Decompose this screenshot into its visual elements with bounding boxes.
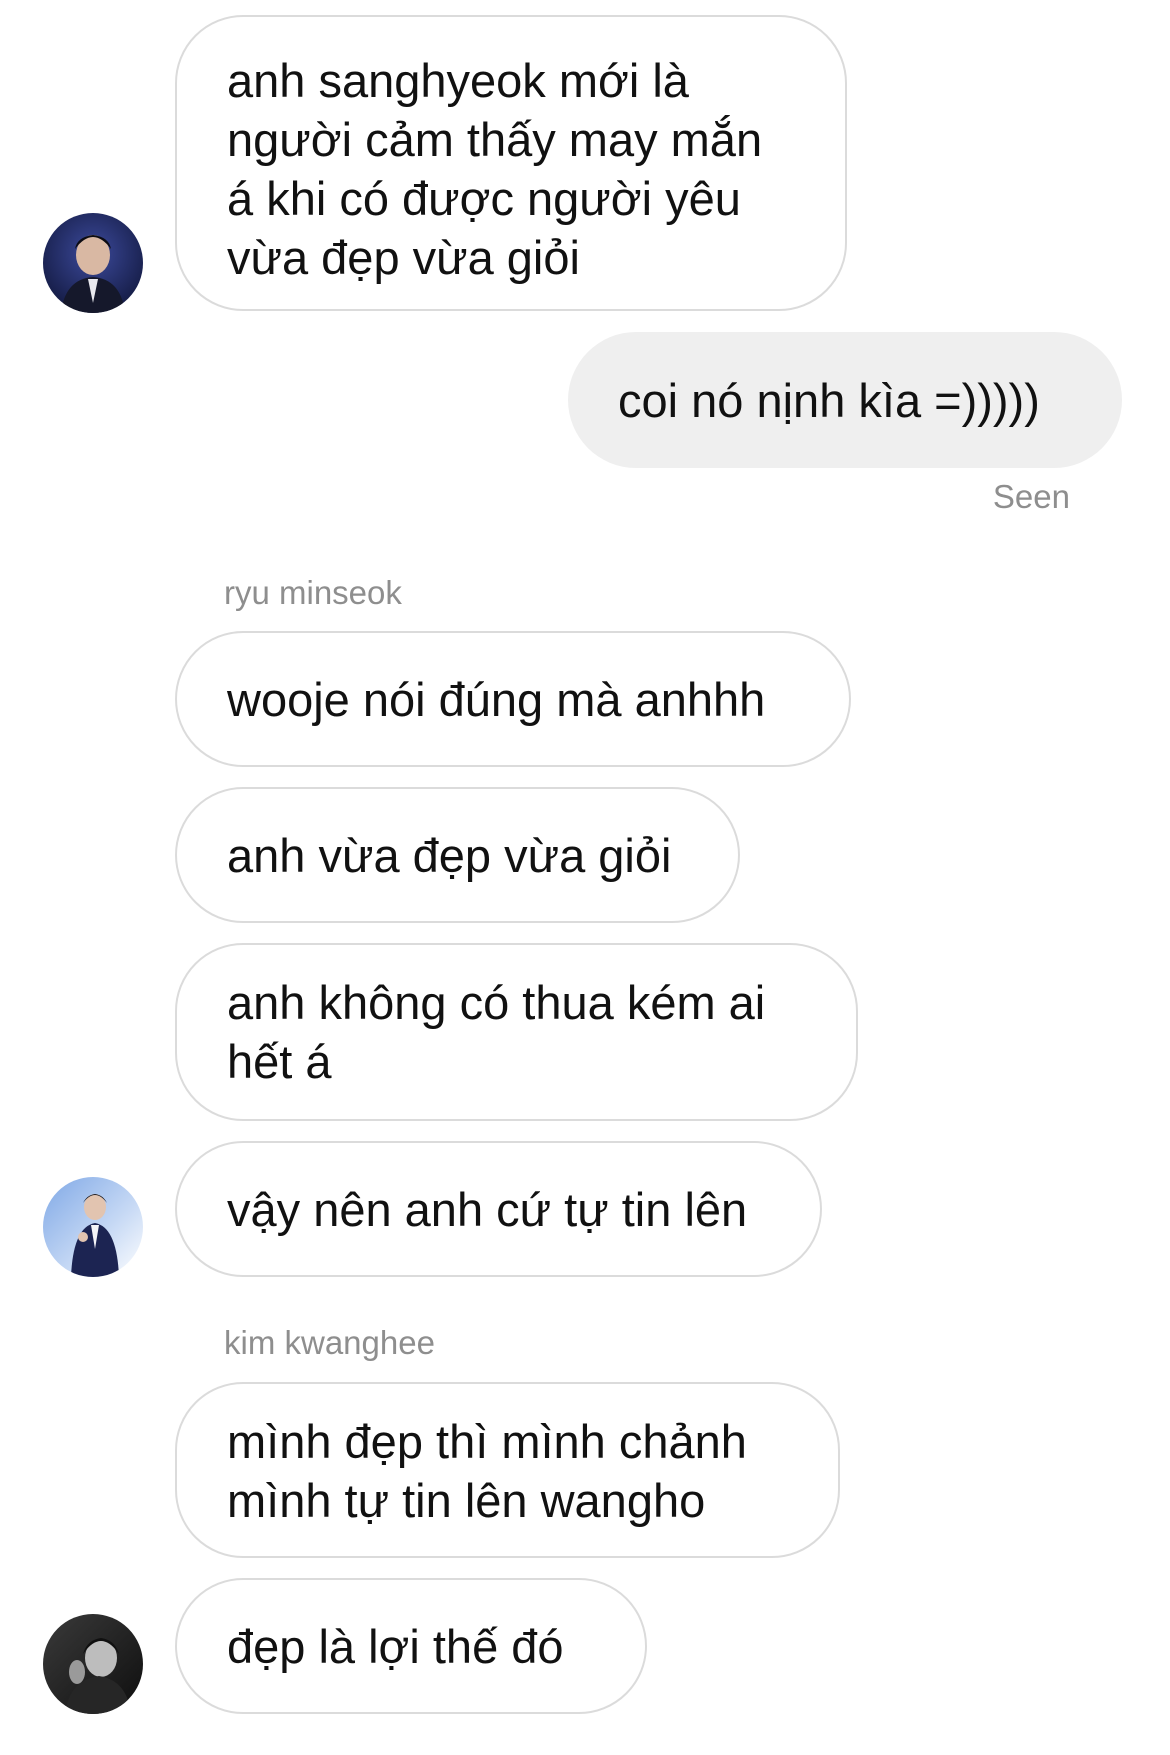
sender-name: ryu minseok: [224, 574, 402, 611]
message-bubble-incoming[interactable]: wooje nói đúng mà anhhh: [175, 631, 851, 767]
avatar-user-3[interactable]: [43, 1614, 143, 1714]
message-text: anh không có thua kém ai hết á: [227, 976, 766, 1088]
message-bubble-incoming[interactable]: anh sanghyeok mới là người cảm thấy may …: [175, 15, 847, 311]
message-text: wooje nói đúng mà anhhh: [227, 672, 766, 726]
seen-status: Seen: [992, 478, 1070, 515]
message-text: coi nó nịnh kìa =))))): [618, 373, 1040, 427]
message-bubble-incoming[interactable]: anh vừa đẹp vừa giỏi: [175, 787, 740, 923]
user-avatar-3-icon: [43, 1614, 143, 1714]
message-text: mình đẹp thì mình chảnh mình tự tin lên …: [227, 1415, 747, 1527]
user-avatar-2-icon: [43, 1177, 143, 1277]
sender-name: kim kwanghee: [224, 1324, 435, 1361]
message-text: vậy nên anh cứ tự tin lên: [227, 1182, 748, 1236]
message-text: anh vừa đẹp vừa giỏi: [227, 828, 672, 882]
avatar-user-2[interactable]: [43, 1177, 143, 1277]
message-text: anh sanghyeok mới là người cảm thấy may …: [227, 54, 763, 284]
message-bubble-incoming[interactable]: anh không có thua kém ai hết á: [175, 943, 858, 1121]
message-text: đẹp là lợi thế đó: [227, 1619, 564, 1673]
avatar-user-1[interactable]: [43, 213, 143, 313]
user-avatar-1-icon: [43, 213, 143, 313]
message-bubble-incoming[interactable]: mình đẹp thì mình chảnh mình tự tin lên …: [175, 1382, 840, 1558]
message-bubble-incoming[interactable]: vậy nên anh cứ tự tin lên: [175, 1141, 822, 1277]
message-bubble-incoming[interactable]: đẹp là lợi thế đó: [175, 1578, 647, 1714]
message-bubble-outgoing[interactable]: coi nó nịnh kìa =))))): [568, 332, 1122, 468]
